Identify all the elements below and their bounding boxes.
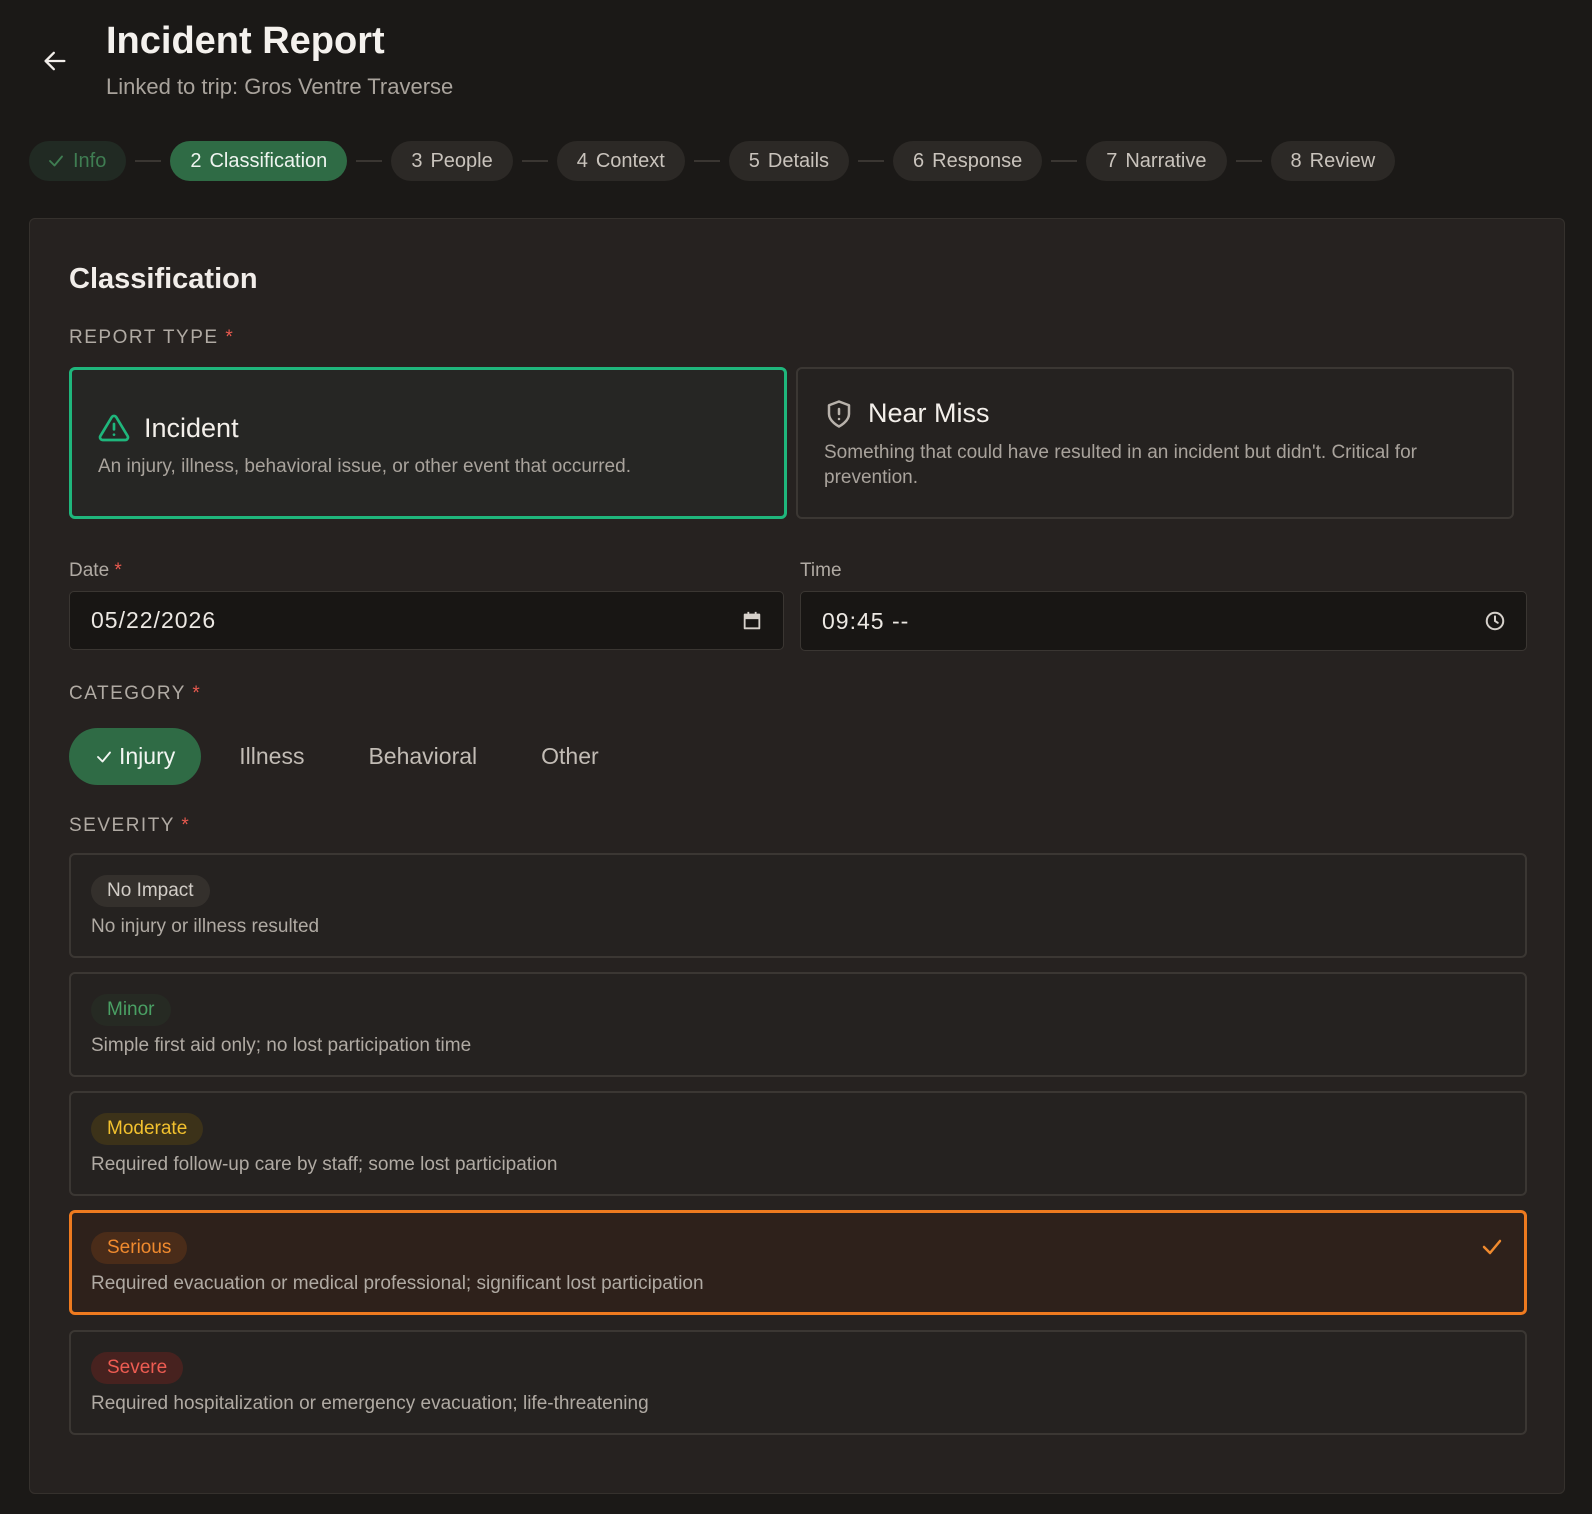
category-injury[interactable]: Injury: [69, 728, 202, 785]
step-label: Classification: [209, 149, 328, 172]
step-divider: [693, 160, 720, 162]
step-label: Narrative: [1125, 149, 1207, 172]
severity-description: Required hospitalization or emergency ev…: [91, 1393, 649, 1414]
date-value: 05/22/2026: [91, 607, 217, 633]
time-value: 09:45 --: [822, 607, 910, 634]
back-button[interactable]: [38, 44, 72, 78]
report-type-near-miss[interactable]: Near Miss Something that could have resu…: [796, 367, 1514, 519]
severity-badge: Serious: [91, 1232, 188, 1264]
stepper: Info 2 Classification 3 People 4 Context…: [29, 141, 1396, 181]
step-people[interactable]: 3 People: [391, 141, 513, 181]
step-narrative[interactable]: 7 Narrative: [1086, 141, 1227, 181]
severity-minor[interactable]: Minor Simple first aid only; no lost par…: [69, 972, 1527, 1077]
category-options: Injury Illness Behavioral Other: [69, 728, 637, 785]
severity-badge: Minor: [91, 994, 171, 1026]
category-illness[interactable]: Illness: [213, 728, 330, 785]
check-icon: [1482, 1239, 1502, 1255]
step-divider: [1051, 160, 1078, 162]
clock-icon[interactable]: [1484, 610, 1506, 632]
step-label: Context: [595, 149, 665, 172]
shield-alert-icon: [827, 399, 851, 428]
page-title: Incident Report: [106, 20, 385, 62]
warning-triangle-icon: [98, 414, 130, 442]
step-number: 8: [1290, 149, 1302, 172]
date-input[interactable]: 05/22/2026: [69, 591, 784, 650]
near-miss-title: Near Miss: [824, 398, 990, 429]
step-label: Response: [932, 149, 1023, 172]
severity-description: Required follow-up care by staff; some l…: [91, 1154, 558, 1175]
section-title: Classification: [69, 263, 258, 295]
step-number: 2: [190, 149, 202, 172]
severity-description: Simple first aid only; no lost participa…: [91, 1035, 472, 1056]
step-divider: [1235, 160, 1262, 162]
arrow-left-icon: [44, 51, 66, 71]
severity-badge: Severe: [91, 1352, 184, 1384]
category-other[interactable]: Other: [515, 728, 625, 785]
incident-description: An injury, illness, behavioral issue, or…: [98, 456, 631, 477]
required-marker: *: [192, 683, 202, 704]
step-divider: [521, 160, 548, 162]
page-subtitle: Linked to trip: Gros Ventre Traverse: [106, 74, 454, 99]
time-label: Time: [800, 560, 842, 581]
step-number: 5: [748, 149, 760, 172]
step-number: 4: [576, 149, 588, 172]
severity-moderate[interactable]: Moderate Required follow-up care by staf…: [69, 1091, 1527, 1196]
severity-badge: No Impact: [91, 875, 210, 907]
step-label: People: [430, 149, 493, 172]
time-input[interactable]: 09:45 --: [800, 591, 1527, 651]
severity-description: No injury or illness resulted: [91, 916, 320, 937]
date-label: Date *: [69, 560, 122, 581]
step-review[interactable]: 8 Review: [1270, 141, 1396, 181]
step-context[interactable]: 4 Context: [556, 141, 685, 181]
category-label: CATEGORY *: [69, 683, 202, 704]
category-behavioral[interactable]: Behavioral: [342, 728, 503, 785]
severity-severe[interactable]: Severe Required hospitalization or emerg…: [69, 1330, 1527, 1435]
step-classification[interactable]: 2 Classification: [170, 141, 348, 181]
severity-badge: Moderate: [91, 1113, 204, 1145]
required-marker: *: [114, 560, 122, 581]
report-type-label: REPORT TYPE *: [69, 327, 235, 348]
classification-card: Classification REPORT TYPE * Incident An…: [29, 218, 1565, 1494]
required-marker: *: [225, 327, 235, 348]
step-label: Info: [73, 149, 107, 172]
step-number: 6: [913, 149, 925, 172]
step-info[interactable]: Info: [29, 141, 127, 181]
step-divider: [135, 160, 162, 162]
step-label: Review: [1309, 149, 1376, 172]
step-divider: [858, 160, 885, 162]
severity-no-impact[interactable]: No Impact No injury or illness resulted: [69, 853, 1527, 958]
step-details[interactable]: 5 Details: [728, 141, 850, 181]
step-response[interactable]: 6 Response: [893, 141, 1043, 181]
required-marker: *: [181, 815, 191, 836]
severity-description: Required evacuation or medical professio…: [91, 1273, 704, 1294]
step-number: 3: [411, 149, 423, 172]
step-divider: [356, 160, 383, 162]
incident-title: Incident: [98, 412, 239, 444]
report-type-incident[interactable]: Incident An injury, illness, behavioral …: [69, 367, 787, 519]
calendar-icon[interactable]: [741, 610, 763, 632]
step-number: 7: [1106, 149, 1118, 172]
check-icon: [49, 155, 63, 167]
near-miss-description: Something that could have resulted in an…: [824, 442, 1417, 488]
step-label: Details: [767, 149, 830, 172]
severity-serious[interactable]: Serious Required evacuation or medical p…: [69, 1210, 1527, 1315]
severity-label: SEVERITY *: [69, 815, 191, 836]
check-icon: [97, 751, 111, 762]
